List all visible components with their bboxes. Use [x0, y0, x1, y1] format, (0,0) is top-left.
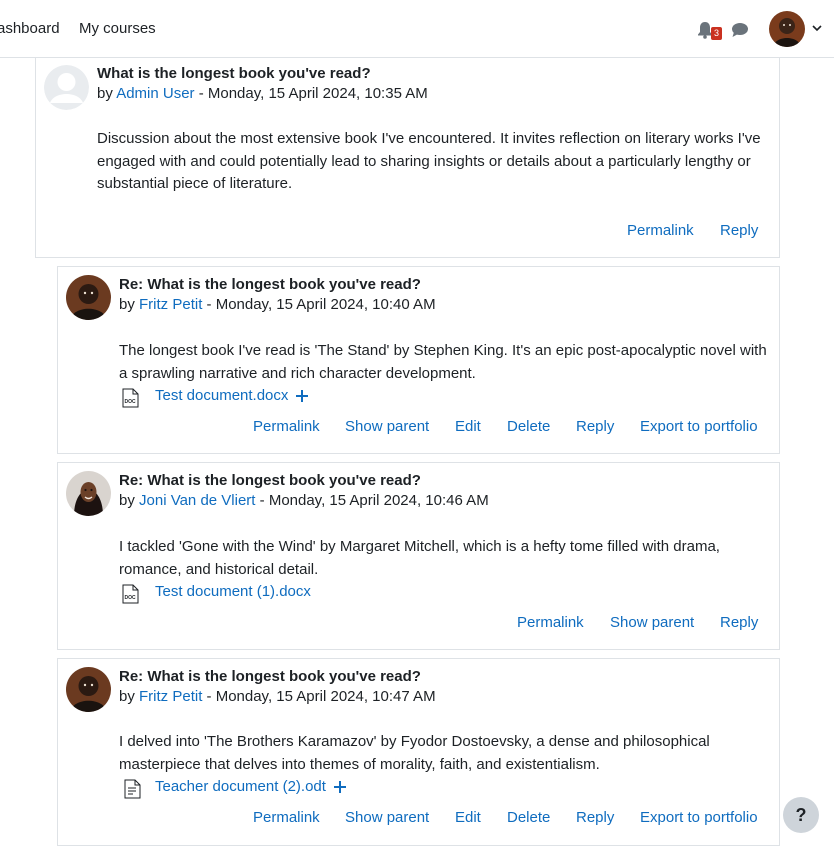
show-parent-link[interactable]: Show parent	[345, 809, 429, 826]
text-file-icon	[124, 779, 141, 799]
forum-post: Re: What is the longest book you've read…	[57, 462, 780, 650]
forum-post: Re: What is the longest book you've read…	[57, 658, 780, 846]
show-parent-link[interactable]: Show parent	[610, 614, 694, 631]
svg-text:DOC: DOC	[125, 399, 137, 405]
nav-dashboard-link[interactable]: ashboard	[0, 20, 60, 37]
attachment-link[interactable]: Test document (1).docx	[155, 583, 311, 600]
post-subject: Re: What is the longest book you've read…	[119, 276, 421, 293]
permalink-link[interactable]: Permalink	[517, 614, 584, 631]
post-message: I delved into 'The Brothers Karamazov' b…	[119, 733, 710, 773]
delete-link[interactable]: Delete	[507, 809, 550, 826]
forum-post: Re: What is the longest book you've read…	[57, 266, 780, 454]
plus-icon[interactable]	[295, 389, 309, 403]
reply-link[interactable]: Reply	[576, 809, 614, 826]
export-to-portfolio-link[interactable]: Export to portfolio	[640, 809, 758, 826]
author-link[interactable]: Fritz Petit	[139, 688, 202, 705]
reply-link[interactable]: Reply	[576, 418, 614, 435]
delete-link[interactable]: Delete	[507, 418, 550, 435]
attachment-link[interactable]: Teacher document (2).odt	[155, 778, 326, 795]
reply-link[interactable]: Reply	[720, 614, 758, 631]
permalink-link[interactable]: Permalink	[253, 418, 320, 435]
post-byline: by Joni Van de Vliert - Monday, 15 April…	[119, 492, 489, 509]
chevron-down-icon[interactable]	[812, 24, 822, 32]
post-subject: Re: What is the longest book you've read…	[119, 668, 421, 685]
avatar	[66, 667, 111, 712]
attachment-link[interactable]: Test document.docx	[155, 387, 288, 404]
post-subject: Re: What is the longest book you've read…	[119, 472, 421, 489]
author-link[interactable]: Admin User	[116, 85, 194, 102]
help-button[interactable]: ?	[783, 797, 819, 833]
top-navbar: ashboard My courses 3	[0, 0, 834, 58]
post-byline: by Fritz Petit - Monday, 15 April 2024, …	[119, 296, 436, 313]
default-avatar-icon	[44, 65, 89, 110]
post-message: I tackled 'Gone with the Wind' by Margar…	[119, 538, 720, 578]
user-avatar[interactable]	[769, 11, 805, 47]
document-file-icon: DOC	[122, 584, 139, 604]
post-subject: What is the longest book you've read?	[97, 65, 371, 82]
permalink-link[interactable]: Permalink	[627, 222, 694, 239]
document-file-icon: DOC	[122, 388, 139, 408]
post-byline: by Fritz Petit - Monday, 15 April 2024, …	[119, 688, 436, 705]
post-message: Discussion about the most extensive book…	[97, 130, 761, 192]
avatar	[66, 471, 111, 516]
notification-badge: 3	[711, 27, 722, 40]
export-to-portfolio-link[interactable]: Export to portfolio	[640, 418, 758, 435]
post-message: The longest book I've read is 'The Stand…	[119, 342, 767, 382]
post-byline: by Admin User - Monday, 15 April 2024, 1…	[97, 85, 428, 102]
author-link[interactable]: Fritz Petit	[139, 296, 202, 313]
edit-link[interactable]: Edit	[455, 418, 481, 435]
forum-post: What is the longest book you've read? by…	[35, 58, 780, 258]
edit-link[interactable]: Edit	[455, 809, 481, 826]
show-parent-link[interactable]: Show parent	[345, 418, 429, 435]
reply-link[interactable]: Reply	[720, 222, 758, 239]
avatar	[66, 275, 111, 320]
permalink-link[interactable]: Permalink	[253, 809, 320, 826]
plus-icon[interactable]	[333, 780, 347, 794]
author-link[interactable]: Joni Van de Vliert	[139, 492, 255, 509]
nav-my-courses-link[interactable]: My courses	[79, 20, 156, 37]
message-icon[interactable]	[731, 22, 749, 38]
svg-text:DOC: DOC	[125, 595, 137, 601]
